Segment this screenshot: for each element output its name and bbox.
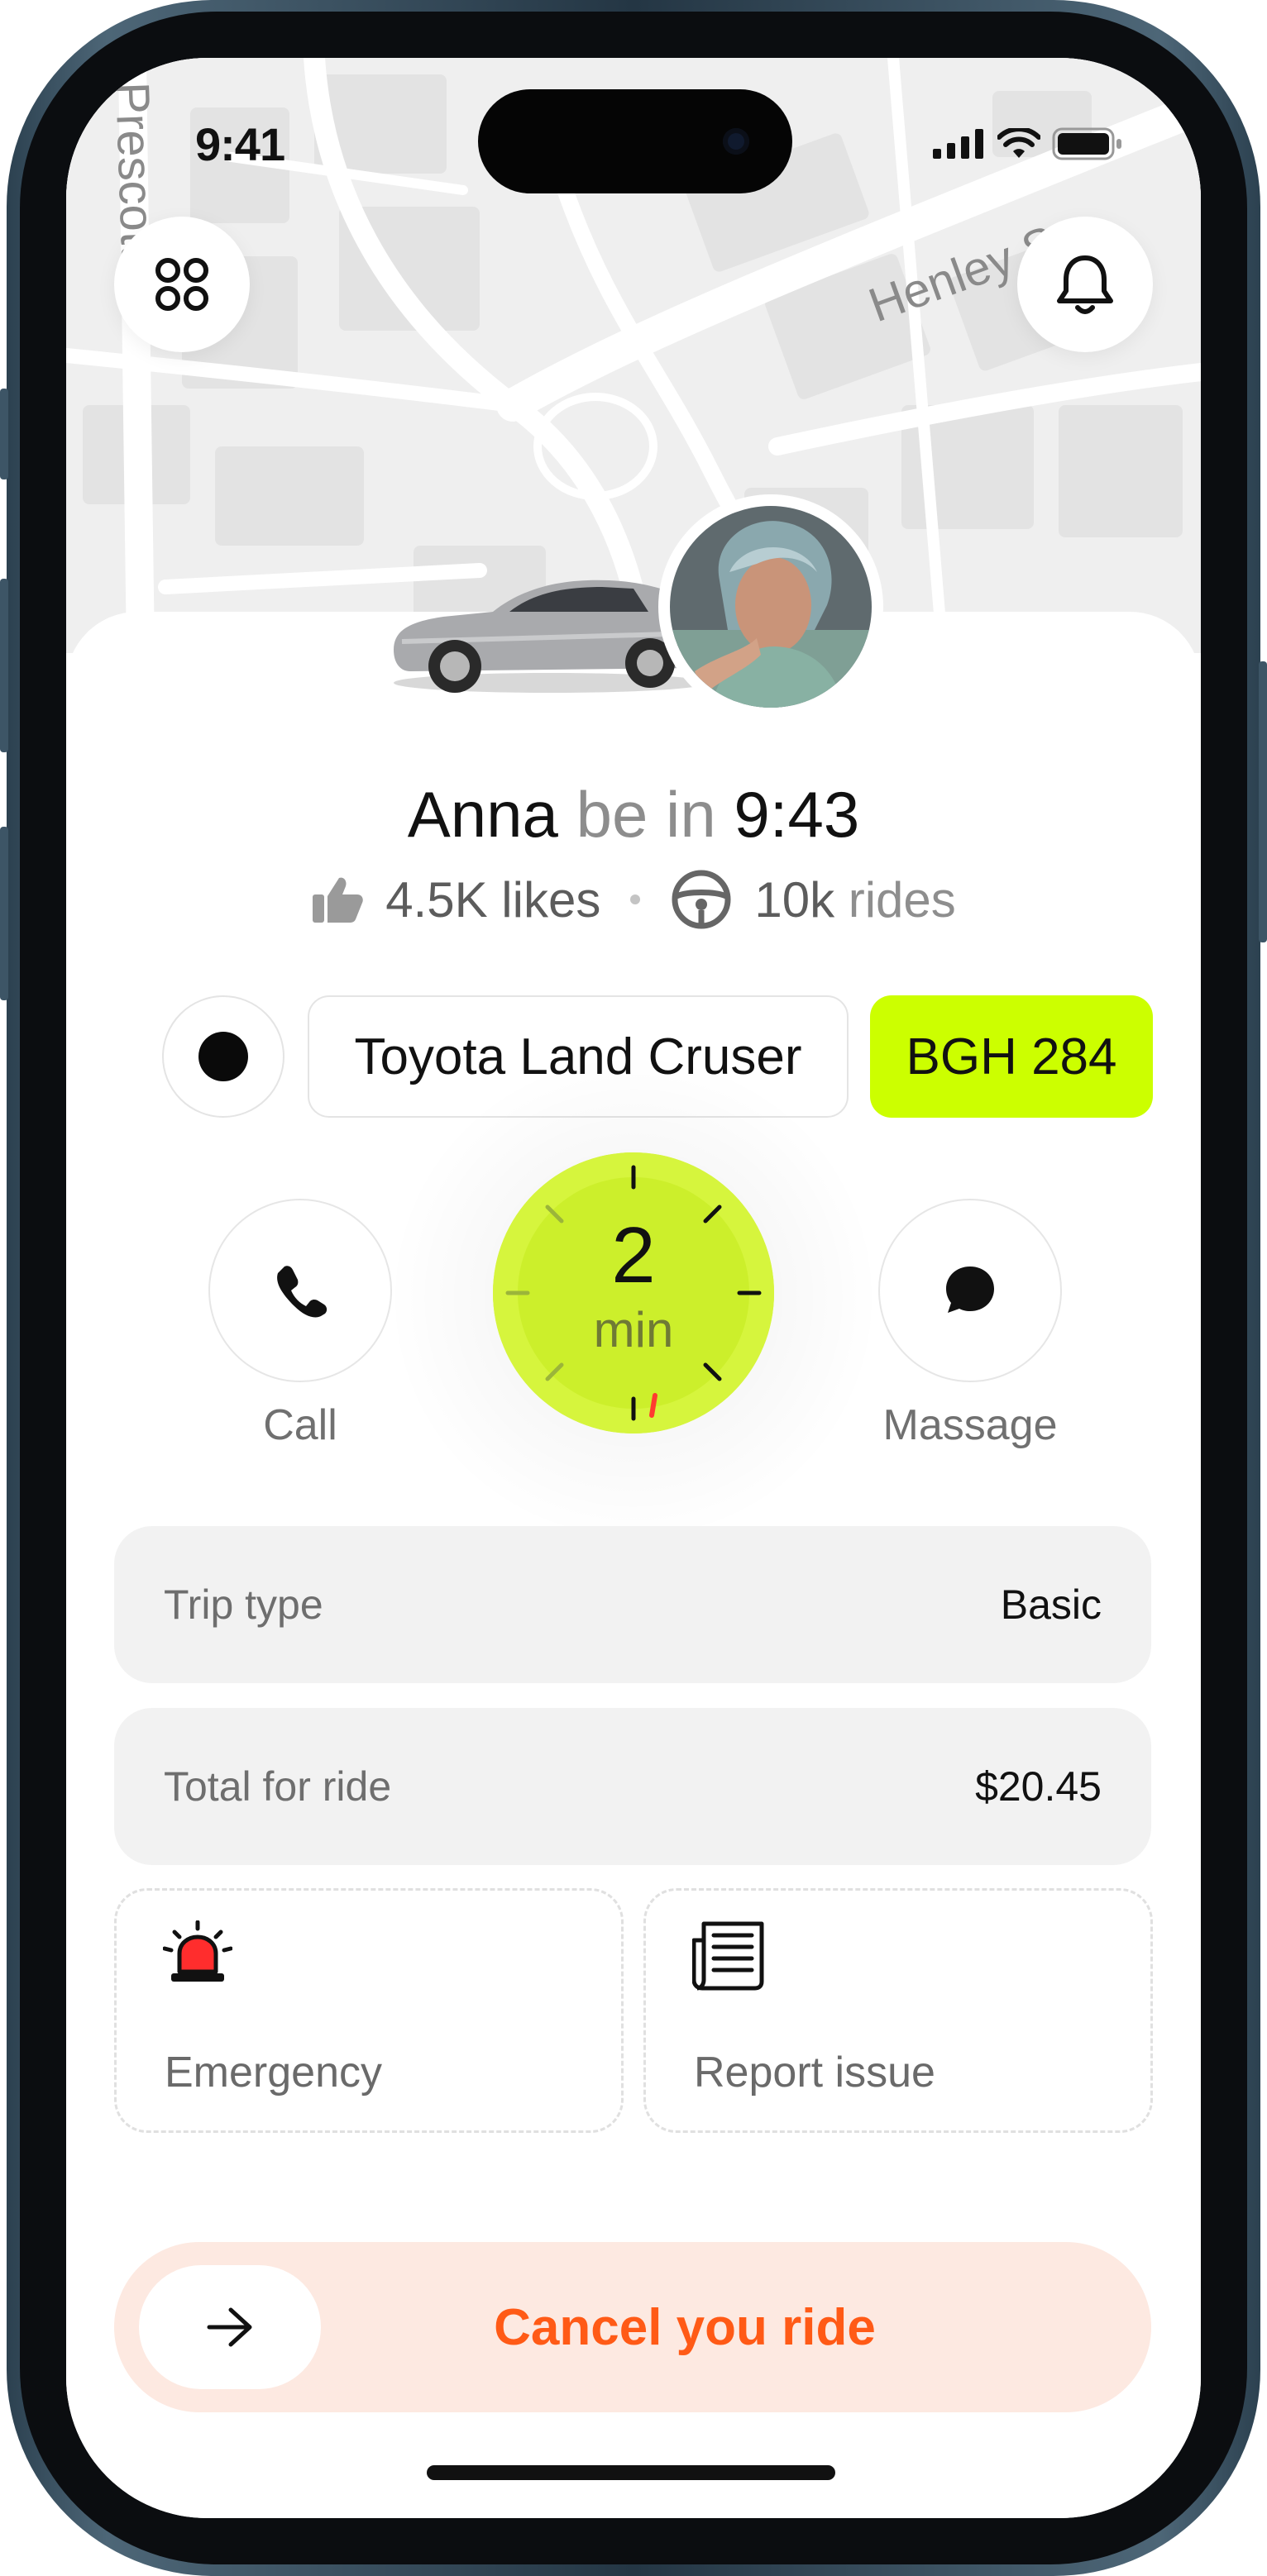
license-plate: BGH 284 <box>870 995 1153 1118</box>
call-label: Call <box>263 1401 337 1449</box>
eta-timer: 2 min <box>493 1152 774 1433</box>
signal-icon <box>933 129 983 159</box>
trip-type-label: Trip type <box>164 1581 323 1628</box>
slide-handle[interactable] <box>139 2265 321 2389</box>
siren-icon <box>163 1920 232 1982</box>
volume-down-button <box>0 827 8 1000</box>
cancel-ride-label: Cancel you ride <box>494 2298 876 2356</box>
grid-icon <box>155 258 208 311</box>
menu-button[interactable] <box>114 217 250 352</box>
car-color-swatch <box>198 1032 248 1081</box>
driver-eta-headline: Anna be in 9:43 <box>66 777 1201 852</box>
status-time: 9:41 <box>195 118 285 170</box>
timer-unit: min <box>593 1302 674 1357</box>
ride-total-value: $20.45 <box>975 1763 1102 1810</box>
steering-wheel-icon <box>672 870 731 929</box>
action-button <box>0 389 8 479</box>
message-label: Massage <box>882 1401 1058 1449</box>
phone-icon <box>277 1266 328 1318</box>
thumbs-up-icon <box>313 877 363 923</box>
car-color-chip <box>162 995 284 1118</box>
dynamic-island <box>478 89 792 193</box>
emergency-button[interactable]: Emergency <box>114 1888 624 2133</box>
cancel-ride-slider[interactable]: Cancel you ride <box>114 2242 1151 2412</box>
wifi-icon <box>997 128 1040 158</box>
message-button[interactable] <box>878 1199 1062 1382</box>
call-button[interactable] <box>208 1199 392 1382</box>
newspaper-icon <box>692 1921 764 1991</box>
ride-total-label: Total for ride <box>164 1763 392 1810</box>
separator-dot <box>630 894 641 904</box>
ride-total-row: Total for ride $20.45 <box>114 1708 1151 1865</box>
home-indicator[interactable] <box>427 2465 835 2480</box>
volume-up-button <box>0 579 8 752</box>
camera-icon <box>723 128 749 155</box>
battery-icon <box>1052 127 1121 160</box>
notifications-button[interactable] <box>1017 217 1153 352</box>
driver-avatar[interactable] <box>658 494 883 719</box>
driver-name: Anna <box>407 778 558 851</box>
app-screen: Henley St Prescott St 9:41 Anna be in 9:… <box>66 58 1201 2518</box>
arrow-right-icon <box>207 2307 252 2347</box>
timer-value: 2 <box>611 1211 656 1300</box>
bell-icon <box>1057 255 1113 314</box>
likes-count: 4.5K likes <box>385 871 601 928</box>
status-icons <box>933 127 1123 160</box>
driver-photo <box>670 506 872 708</box>
arrival-time: 9:43 <box>734 778 860 851</box>
arrival-phrase: be in <box>576 778 716 851</box>
chat-bubble-icon <box>946 1267 994 1313</box>
emergency-label: Emergency <box>165 2049 382 2097</box>
trip-type-value: Basic <box>1000 1581 1102 1628</box>
report-issue-label: Report issue <box>694 2049 935 2097</box>
rides-count: 10k <box>754 871 835 928</box>
driver-stats: 4.5K likes 10k rides <box>66 868 1201 931</box>
trip-type-row: Trip type Basic <box>114 1526 1151 1683</box>
report-issue-button[interactable]: Report issue <box>643 1888 1153 2133</box>
rides-label: rides <box>848 871 956 928</box>
power-button <box>1259 661 1267 942</box>
